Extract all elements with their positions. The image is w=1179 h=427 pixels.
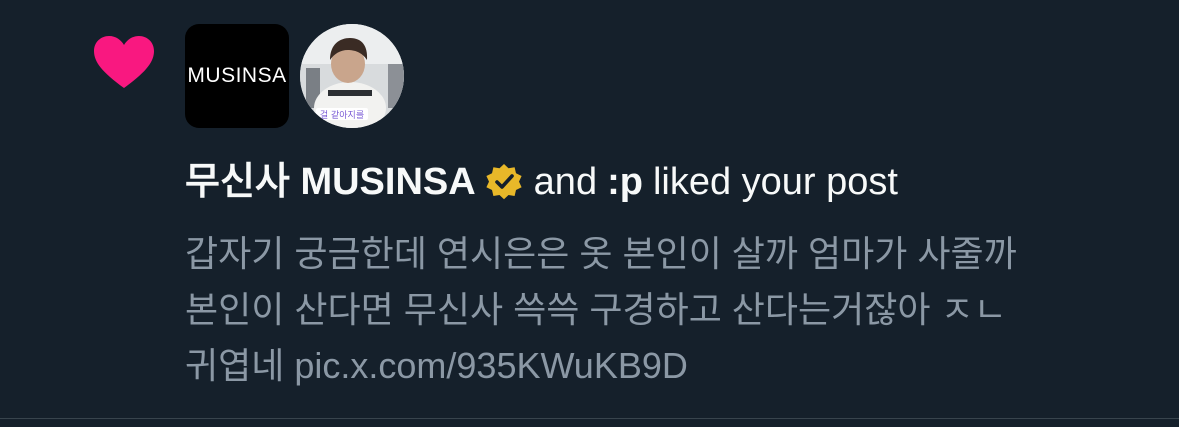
actor-name-link[interactable]: 무신사 MUSINSA (185, 158, 476, 206)
verified-badge-icon (486, 164, 522, 200)
musinsa-avatar-logo-text: MUSINSA (187, 64, 287, 87)
avatar-caption: 걸 같아지를 (320, 109, 364, 121)
notification-headline: 무신사 MUSINSA and :p liked your post (185, 158, 898, 206)
action-text: liked your post (652, 161, 898, 203)
user-avatar[interactable]: 걸 같아지를 (300, 24, 404, 128)
connector-text: and (533, 161, 598, 203)
actor-avatars: MUSINSA 걸 같아지를 (185, 24, 404, 128)
notification-divider (0, 418, 1179, 419)
post-preview[interactable]: 갑자기 궁금한데 연시은은 옷 본인이 살까 엄마가 사줄까 본인이 산다면 무… (185, 226, 1160, 394)
post-preview-line-3: 귀엽네 pic.x.com/935KWuKB9D (185, 345, 688, 386)
second-actor-link[interactable]: :p (607, 158, 643, 206)
musinsa-avatar[interactable]: MUSINSA (185, 24, 289, 128)
like-notification[interactable]: MUSINSA 걸 같아지를 무신사 MUSINSA and :p liked … (0, 0, 1179, 418)
heart-icon (94, 36, 154, 88)
post-preview-line-2: 본인이 산다면 무신사 쓱쓱 구경하고 산다는거잖아 ㅈㄴ (185, 289, 1007, 330)
post-preview-line-1: 갑자기 궁금한데 연시은은 옷 본인이 살까 엄마가 사줄까 (185, 233, 1017, 274)
user-avatar-image: 걸 같아지를 (300, 24, 404, 128)
